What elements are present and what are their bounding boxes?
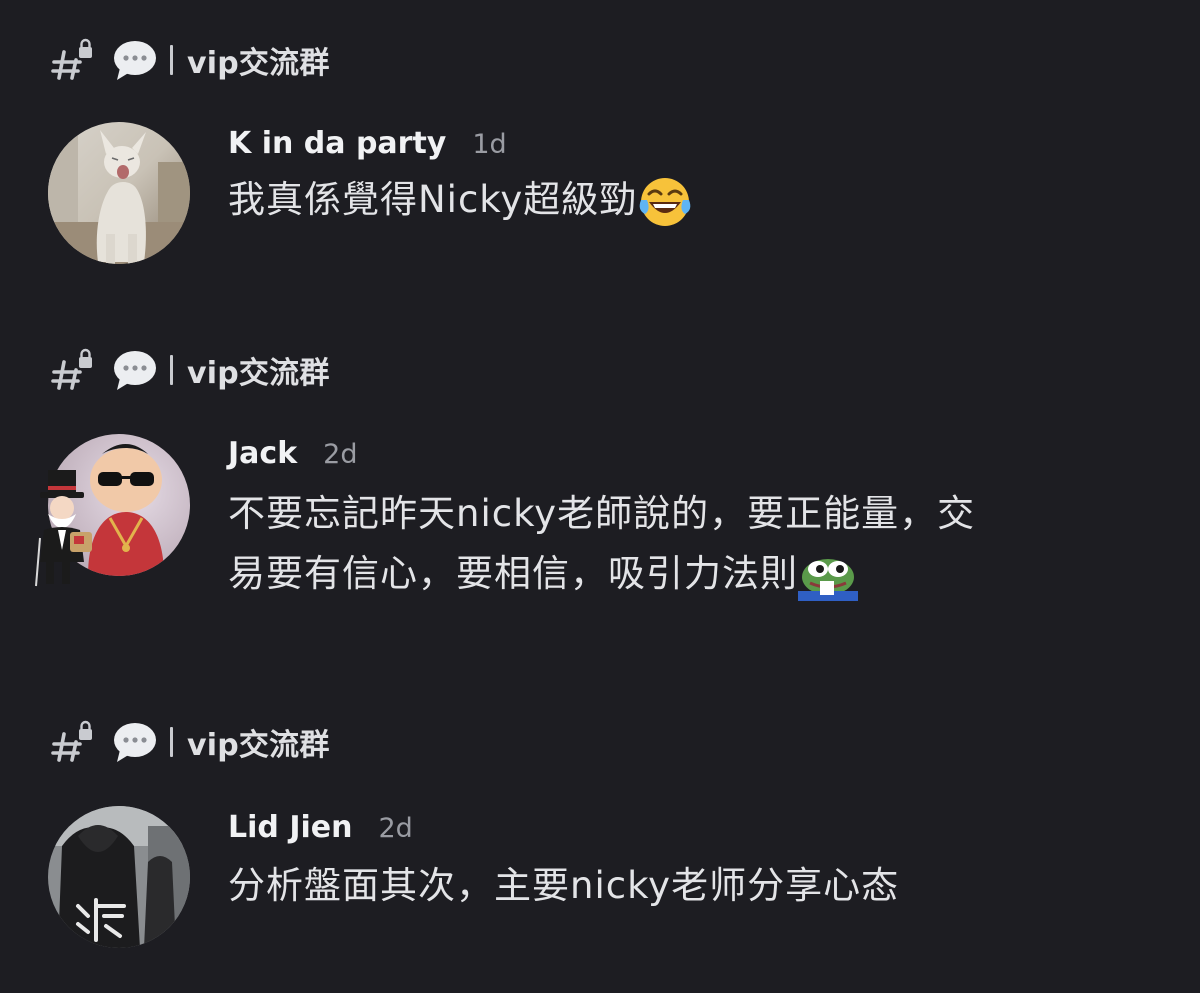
hoodie-avatar[interactable]: [48, 806, 190, 948]
speech-bubble-icon: [112, 38, 158, 82]
tears-of-joy-emoji: [637, 174, 693, 230]
hash-lock-icon: [50, 38, 96, 82]
message-text: 分析盤面其次，主要nicky老师分享心态: [228, 856, 1128, 916]
timestamp: 1d: [472, 129, 507, 160]
separator: [170, 355, 173, 385]
timestamp: 2d: [378, 813, 413, 844]
pepe-frog-emoji: [798, 551, 858, 601]
timestamp: 2d: [323, 439, 358, 470]
channel-link[interactable]: vip交流群: [50, 38, 330, 82]
channel-name: vip交流群: [187, 728, 330, 763]
message-text-line-1: 不要忘記昨天nicky老師說的，要正能量，交: [228, 492, 976, 535]
message-header: Jack 2d: [228, 436, 357, 471]
speech-bubble-icon: [112, 720, 158, 764]
message-header: K in da party 1d: [228, 126, 507, 161]
cat-avatar[interactable]: [48, 122, 190, 264]
channel-link[interactable]: vip交流群: [50, 348, 330, 392]
hash-lock-icon: [50, 720, 96, 764]
message-text-content: 分析盤面其次，主要nicky老师分享心态: [228, 864, 900, 907]
channel-link[interactable]: vip交流群: [50, 720, 330, 764]
monopoly-man-badge: [30, 470, 100, 588]
channel-name: vip交流群: [187, 356, 330, 391]
username[interactable]: K in da party: [228, 126, 446, 161]
separator: [170, 727, 173, 757]
hash-lock-icon: [50, 348, 96, 392]
message-text: 我真係覺得Nicky超級勁: [228, 170, 1128, 230]
message-header: Lid Jien 2d: [228, 810, 413, 845]
channel-name: vip交流群: [187, 46, 330, 81]
username[interactable]: Jack: [228, 436, 297, 471]
username[interactable]: Lid Jien: [228, 810, 352, 845]
separator: [170, 45, 173, 75]
speech-bubble-icon: [112, 348, 158, 392]
message-text-content: 我真係覺得Nicky超級勁: [228, 178, 638, 221]
message-text-line-2: 易要有信心，要相信，吸引力法則: [228, 552, 798, 595]
message-text: 不要忘記昨天nicky老師說的，要正能量，交 易要有信心，要相信，吸引力法則: [228, 484, 1128, 604]
